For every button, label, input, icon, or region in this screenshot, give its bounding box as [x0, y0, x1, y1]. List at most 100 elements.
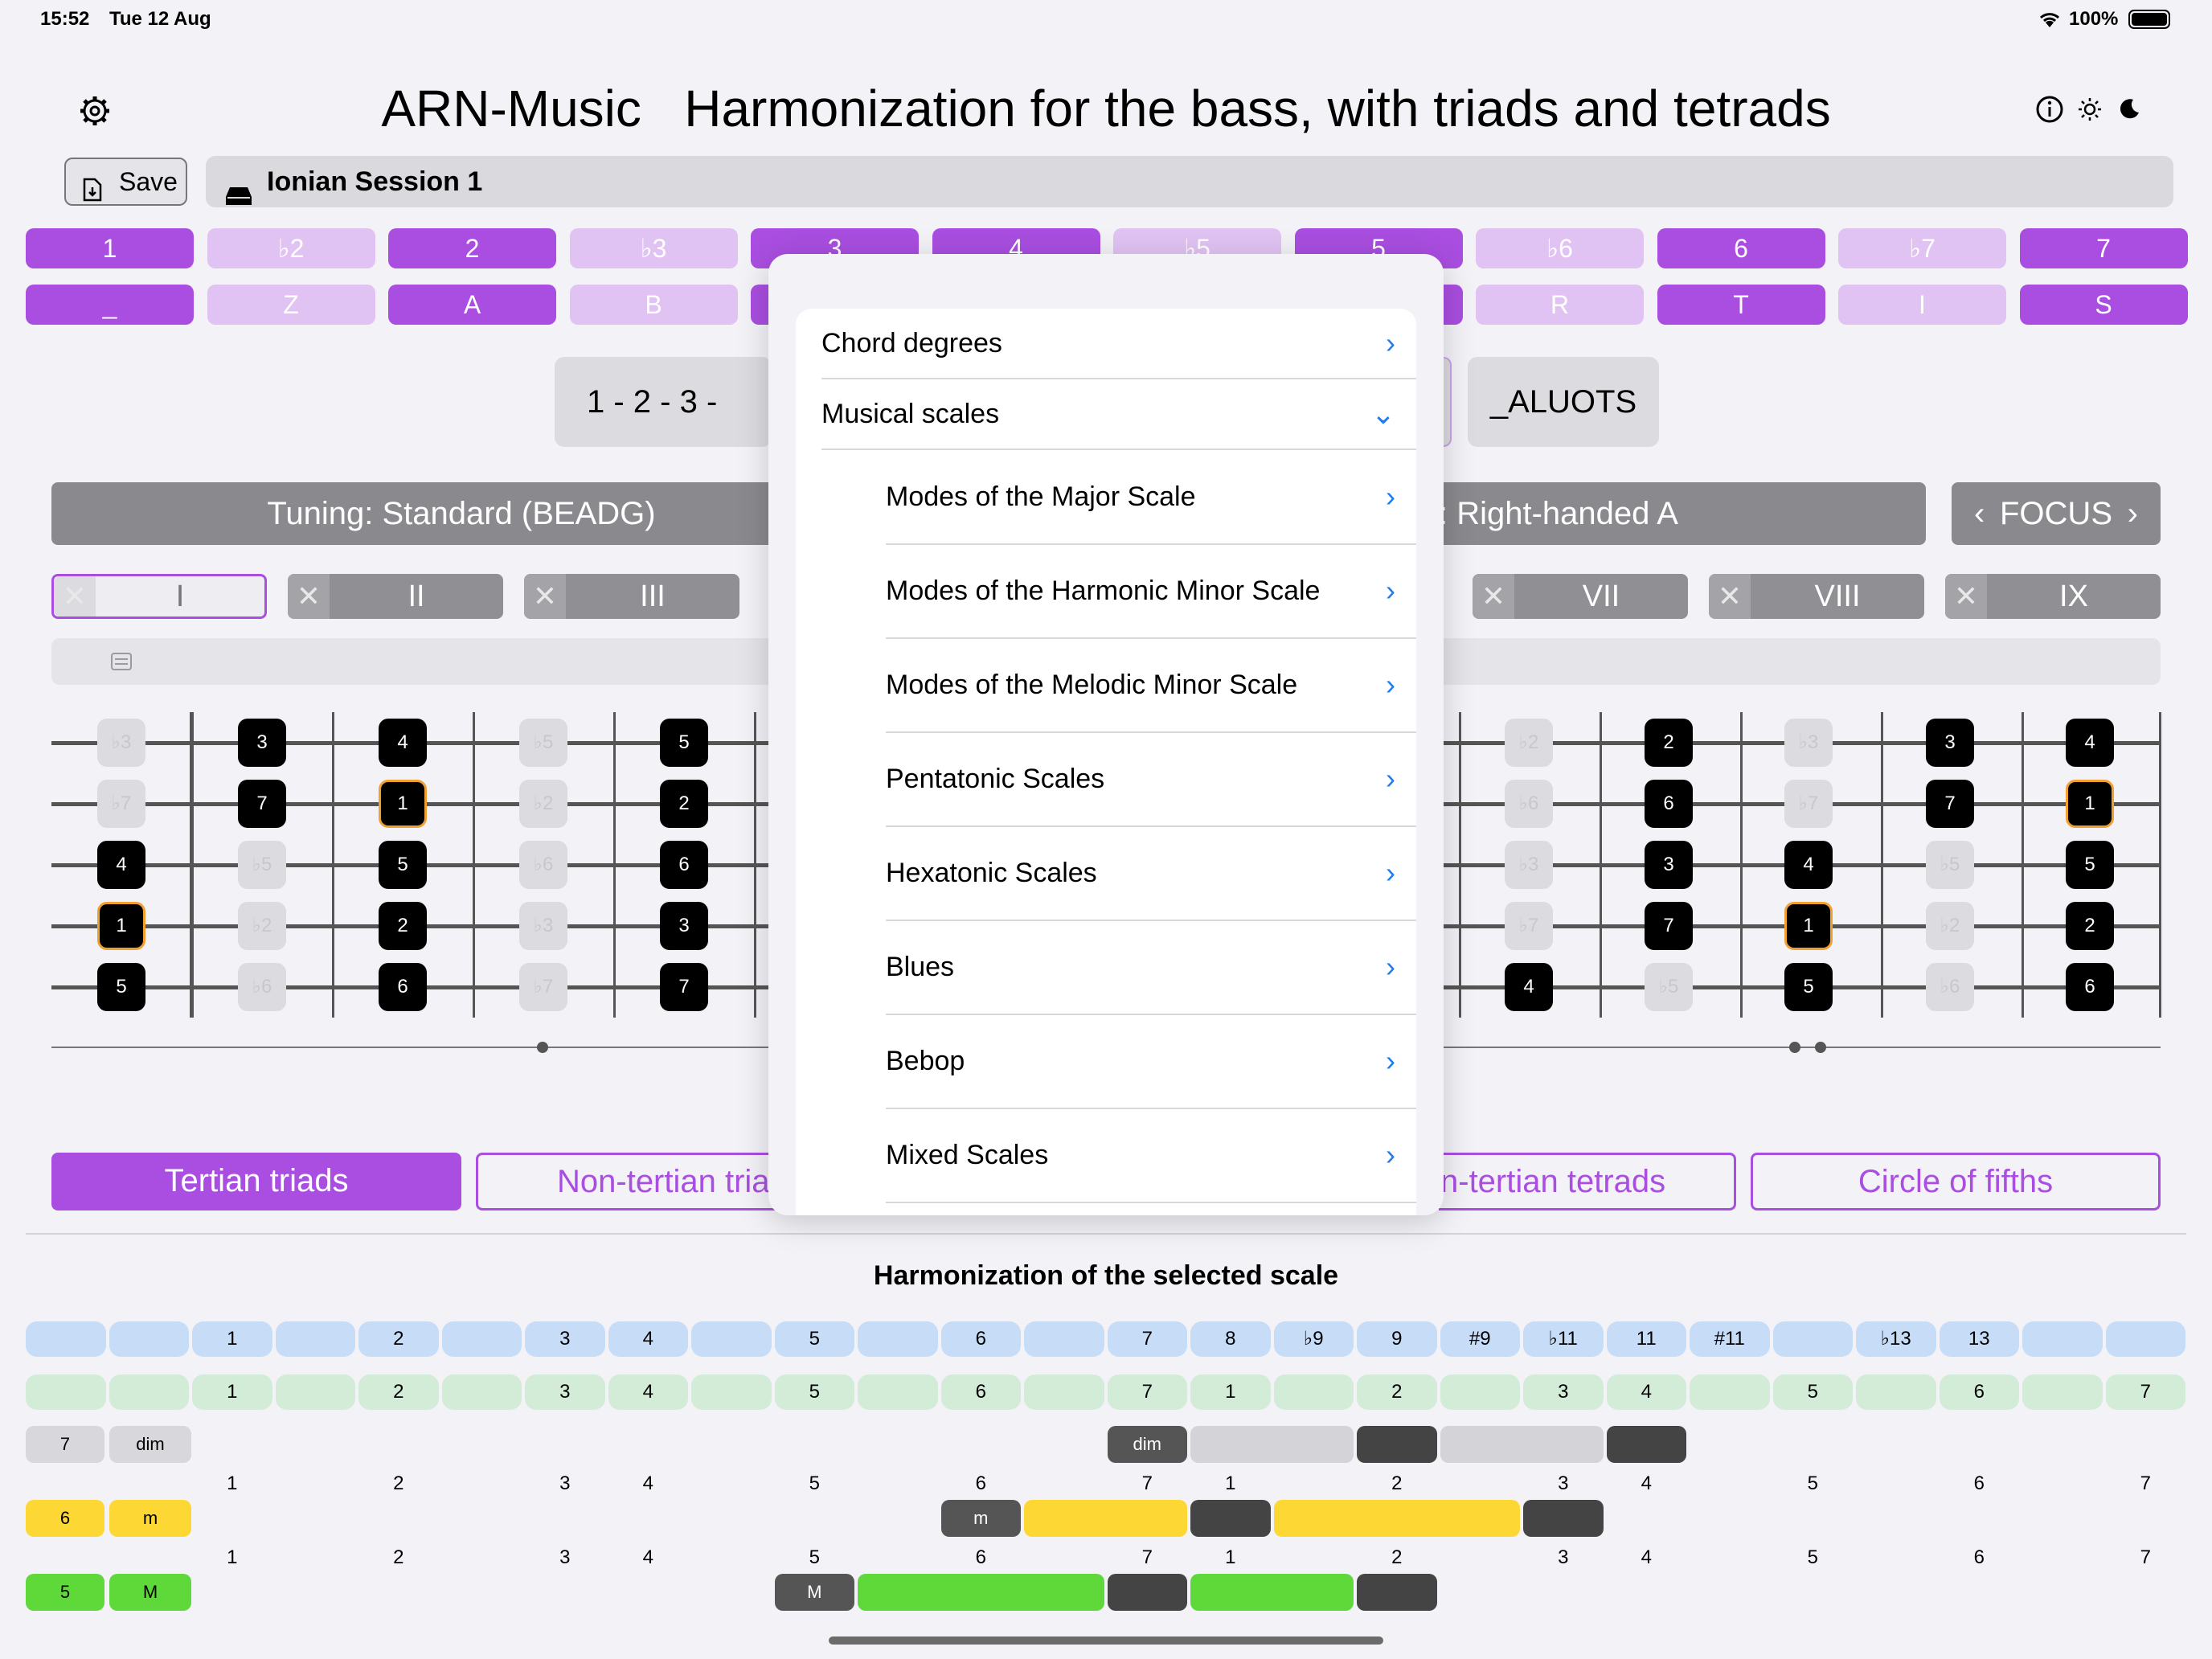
note-marker[interactable]: ♭7 — [97, 780, 145, 828]
menu-item-scale[interactable]: Blues › — [796, 920, 1416, 1014]
chord-degree-label[interactable]: 7 — [26, 1426, 104, 1463]
degree-button[interactable]: 6 — [1657, 228, 1825, 268]
note-marker[interactable]: ♭3 — [97, 719, 145, 767]
close-icon[interactable]: ✕ — [1945, 574, 1987, 619]
note-marker[interactable]: 7 — [1926, 780, 1974, 828]
note-marker[interactable]: 5 — [2066, 841, 2114, 889]
menu-item-scale[interactable]: Modes of the Melodic Minor Scale › — [796, 638, 1416, 731]
position-vii[interactable]: ✕ VII — [1473, 574, 1688, 619]
note-marker[interactable]: 4 — [1784, 841, 1833, 889]
sequence-display[interactable]: 1 - 2 - 3 - — [555, 357, 772, 447]
note-marker[interactable]: 1 — [379, 780, 427, 828]
position-ii[interactable]: ✕ II — [288, 574, 503, 619]
info-icon[interactable] — [2035, 95, 2064, 128]
note-marker[interactable]: 1 — [2066, 780, 2114, 828]
note-marker[interactable]: ♭7 — [1505, 902, 1553, 950]
chord-quality-label[interactable]: M — [109, 1574, 191, 1611]
chord-bar[interactable] — [1606, 1426, 1686, 1463]
note-marker[interactable]: 7 — [1645, 902, 1693, 950]
letter-button[interactable]: _ — [26, 285, 194, 325]
note-marker[interactable]: 7 — [660, 963, 708, 1011]
light-mode-sun-icon[interactable] — [2077, 96, 2103, 126]
menu-item-scale[interactable]: Pentatonic Scales › — [796, 732, 1416, 825]
note-marker[interactable]: ♭3 — [1784, 719, 1833, 767]
note-marker[interactable]: 6 — [1645, 780, 1693, 828]
note-marker[interactable]: ♭5 — [519, 719, 567, 767]
chord-bar[interactable] — [858, 1574, 1104, 1611]
note-marker[interactable]: 4 — [1505, 963, 1553, 1011]
position-ix[interactable]: ✕ IX — [1945, 574, 2161, 619]
note-marker[interactable]: 6 — [660, 841, 708, 889]
letter-button[interactable]: A — [388, 285, 556, 325]
note-marker[interactable]: 2 — [2066, 902, 2114, 950]
note-marker[interactable]: ♭6 — [238, 963, 286, 1011]
session-selector[interactable]: Ionian Session 1 — [206, 156, 2173, 207]
chord-degree-label[interactable]: 6 — [26, 1500, 104, 1537]
letter-button[interactable]: B — [569, 285, 738, 325]
close-icon[interactable]: ✕ — [54, 576, 96, 616]
letter-button[interactable]: Z — [207, 285, 375, 325]
chord-chip[interactable]: m — [940, 1500, 1021, 1537]
note-marker[interactable]: 5 — [97, 963, 145, 1011]
position-viii[interactable]: ✕ VIII — [1709, 574, 1924, 619]
note-marker[interactable]: 7 — [238, 780, 286, 828]
focus-control[interactable]: ‹ FOCUS › — [1952, 482, 2161, 545]
note-marker[interactable]: ♭6 — [1926, 963, 1974, 1011]
note-marker[interactable]: ♭3 — [1505, 841, 1553, 889]
chord-bar[interactable] — [1107, 1574, 1187, 1611]
chord-bar[interactable] — [1357, 1426, 1437, 1463]
degree-button[interactable]: 1 — [26, 228, 194, 268]
chord-chip[interactable]: dim — [1107, 1426, 1187, 1463]
note-marker[interactable]: 3 — [1926, 719, 1974, 767]
chord-chip[interactable]: M — [774, 1574, 854, 1611]
note-marker[interactable]: 2 — [379, 902, 427, 950]
note-marker[interactable]: ♭5 — [1926, 841, 1974, 889]
close-icon[interactable]: ✕ — [288, 574, 330, 619]
chord-bar[interactable] — [1024, 1500, 1187, 1537]
position-iii[interactable]: ✕ III — [524, 574, 739, 619]
note-marker[interactable]: 2 — [1645, 719, 1693, 767]
note-marker[interactable]: 3 — [238, 719, 286, 767]
note-marker[interactable]: 5 — [660, 719, 708, 767]
note-marker[interactable]: 6 — [379, 963, 427, 1011]
dark-mode-moon-icon[interactable] — [2117, 96, 2141, 125]
letter-button[interactable]: R — [1476, 285, 1644, 325]
letter-button[interactable]: S — [2019, 285, 2188, 325]
degree-button[interactable]: ♭2 — [207, 228, 375, 268]
save-button[interactable]: Save — [64, 158, 187, 206]
chord-bar[interactable] — [1190, 1574, 1354, 1611]
hand-selector[interactable]: : Right-handed A — [1415, 482, 1926, 545]
note-marker[interactable]: 4 — [97, 841, 145, 889]
note-marker[interactable]: 6 — [2066, 963, 2114, 1011]
close-icon[interactable]: ✕ — [524, 574, 566, 619]
tab-tertian-triads[interactable]: Tertian triads — [51, 1153, 461, 1210]
degree-button[interactable]: 7 — [2019, 228, 2188, 268]
tuning-selector[interactable]: Tuning: Standard (BEADG) — [51, 482, 871, 545]
sequence-letters[interactable]: _ALUOTS — [1468, 357, 1659, 447]
note-marker[interactable]: ♭6 — [519, 841, 567, 889]
note-marker[interactable]: 3 — [1645, 841, 1693, 889]
degree-button[interactable]: ♭7 — [1838, 228, 2006, 268]
note-marker[interactable]: ♭2 — [1926, 902, 1974, 950]
chord-degree-label[interactable]: 5 — [26, 1574, 104, 1611]
tab-non-tertian-triads[interactable]: Non-tertian tria — [476, 1153, 797, 1210]
chevron-right-icon[interactable]: › — [2128, 482, 2138, 545]
note-marker[interactable]: 5 — [379, 841, 427, 889]
tab-circle-of-fifths[interactable]: Circle of fifths — [1751, 1153, 2161, 1210]
note-marker[interactable]: ♭3 — [519, 902, 567, 950]
degree-button[interactable]: ♭6 — [1476, 228, 1644, 268]
letter-button[interactable]: T — [1657, 285, 1825, 325]
chord-quality-label[interactable]: m — [109, 1500, 191, 1537]
note-marker[interactable]: 3 — [660, 902, 708, 950]
position-i[interactable]: ✕ I — [51, 574, 267, 619]
note-marker[interactable]: 5 — [1784, 963, 1833, 1011]
note-marker[interactable]: ♭2 — [238, 902, 286, 950]
degree-button[interactable]: 2 — [388, 228, 556, 268]
note-marker[interactable]: 4 — [2066, 719, 2114, 767]
note-marker[interactable]: 1 — [1784, 902, 1833, 950]
menu-item-scale[interactable]: Modes of the Major Scale › — [796, 450, 1416, 543]
note-marker[interactable]: ♭7 — [1784, 780, 1833, 828]
menu-item-scale[interactable]: Hexatonic Scales › — [796, 826, 1416, 920]
chevron-left-icon[interactable]: ‹ — [1974, 482, 1985, 545]
menu-item-scale[interactable]: Bebop › — [796, 1014, 1416, 1108]
